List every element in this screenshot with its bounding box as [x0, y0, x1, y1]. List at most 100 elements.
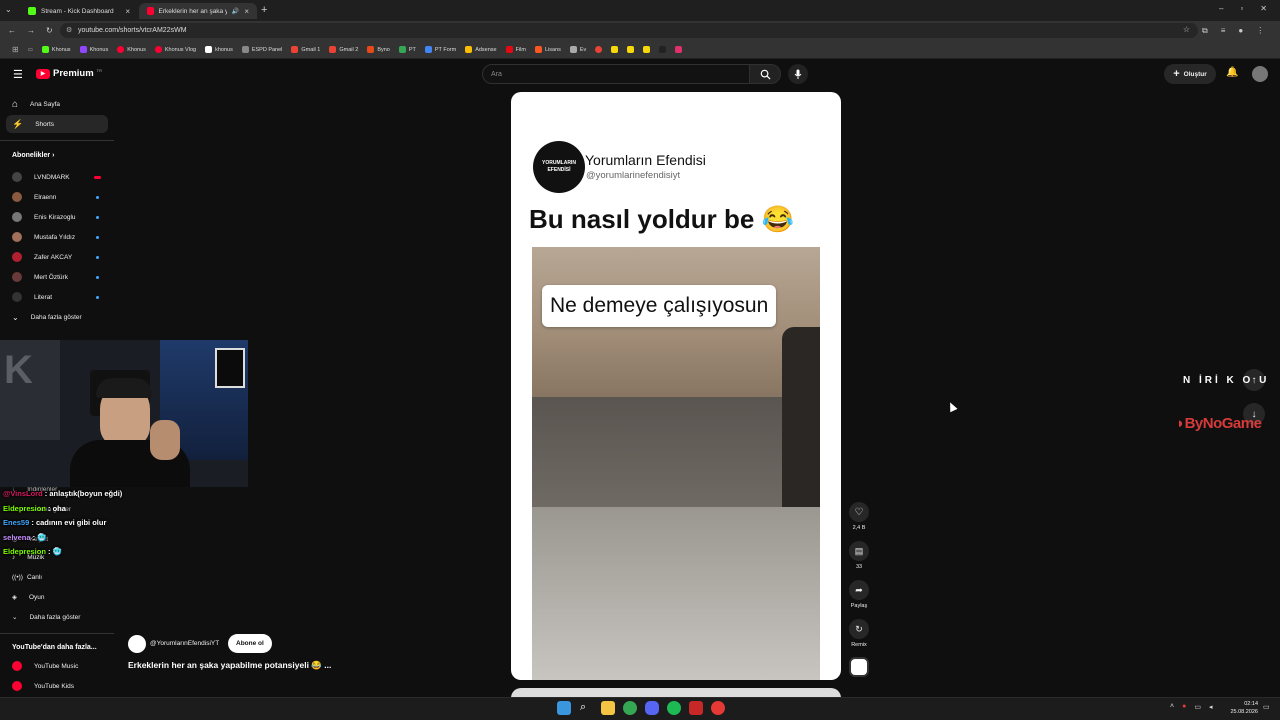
sidebar-subscription-item[interactable]: Mert Öztürk — [6, 268, 108, 286]
back-icon[interactable]: ← — [8, 26, 16, 35]
poster-frame — [215, 348, 245, 388]
close-icon[interactable]: × — [244, 7, 249, 16]
bookmark-item[interactable]: Khonus Vlog — [154, 46, 196, 53]
create-button[interactable]: + Oluştur — [1164, 64, 1216, 84]
channel-avatar — [12, 252, 22, 262]
reading-list-icon[interactable]: ≡ — [1221, 26, 1226, 36]
share-button[interactable]: ➦ Paylaş — [848, 580, 870, 609]
bookmark-item[interactable]: Gmail 2 — [329, 46, 358, 53]
uploader-name[interactable]: @YorumlarınEfendisiYT — [150, 640, 219, 647]
bookmark-item[interactable]: Film — [505, 46, 526, 53]
more-from-youtube-header: YouTube'dan daha fazla... — [12, 644, 97, 651]
chat-text: : 🥶 — [45, 547, 62, 556]
bookmark-item[interactable] — [611, 46, 619, 53]
youtube-logo[interactable]: ▶ Premium TR — [36, 68, 102, 79]
sidebar-item-shorts[interactable]: ⚡ Shorts — [6, 115, 108, 133]
voice-search-button[interactable] — [788, 64, 808, 84]
bookmark-item[interactable] — [595, 46, 603, 53]
subscription-label: Mustafa Yıldız — [34, 233, 76, 241]
account-avatar[interactable] — [1252, 66, 1268, 82]
bookmark-item[interactable]: Adsense — [465, 46, 497, 53]
bookmark-item[interactable]: Khonus — [79, 46, 108, 53]
bookmark-item[interactable]: Khonus — [117, 46, 146, 53]
chat-text: : oha — [45, 504, 66, 513]
close-window-icon[interactable]: ✕ — [1260, 4, 1267, 13]
bookmark-item[interactable]: PT Form — [424, 46, 456, 53]
address-bar[interactable]: ⚙ youtube.com/shorts/vtcrAM22sWM ☆ — [60, 23, 1198, 38]
show-more-explore[interactable]: ⌄ Daha fazla göster — [6, 608, 108, 626]
sidebar-subscription-item[interactable]: Elraenn — [6, 188, 108, 206]
close-icon[interactable]: × — [125, 7, 130, 16]
bookmark-item[interactable] — [659, 46, 667, 53]
file-explorer-icon[interactable] — [601, 701, 615, 715]
speaker-icon[interactable]: 🔊 — [232, 8, 239, 15]
folder-icon[interactable]: ▭ — [28, 47, 33, 53]
new-tab-button[interactable]: + — [261, 4, 267, 16]
sidebar-subscription-item[interactable]: Zafer AKCAY — [6, 248, 108, 266]
apps-icon[interactable]: ⊞ — [12, 45, 19, 54]
sidebar-item-gaming[interactable]: ◈ Oyun — [6, 588, 108, 606]
sidebar-subscription-item[interactable]: Mustafa Yıldız — [6, 228, 108, 246]
minimize-icon[interactable]: – — [1219, 4, 1223, 13]
search-input[interactable]: Ara — [482, 64, 750, 84]
notifications-bell-icon[interactable]: 🔔 — [1226, 67, 1238, 78]
subscriptions-header[interactable]: Abonelikler › — [12, 152, 54, 159]
notification-center-icon[interactable]: ▭ — [1263, 703, 1270, 711]
bookmark-item[interactable]: Khonus — [41, 46, 71, 53]
hamburger-menu-icon[interactable]: ☰ — [13, 68, 23, 81]
sidebar-subscription-item[interactable]: Literat — [6, 288, 108, 306]
tab-kick-dashboard[interactable]: Stream - Kick Dashboard × — [20, 3, 138, 19]
spotify-icon[interactable] — [667, 701, 681, 715]
search-taskbar-icon[interactable]: ⌕ — [580, 701, 586, 714]
bookmark-item[interactable] — [675, 46, 683, 53]
sidebar-item-live[interactable]: ((•)) Canlı — [6, 568, 108, 586]
recorder-icon[interactable] — [689, 701, 703, 715]
forward-icon[interactable]: → — [27, 26, 35, 35]
chrome-icon[interactable] — [623, 701, 637, 715]
bookmark-item[interactable]: ESPD Panel — [241, 46, 282, 53]
extensions-icon[interactable]: ⧉ — [1202, 26, 1208, 36]
plus-icon: + — [1173, 68, 1180, 80]
reload-icon[interactable]: ↻ — [46, 26, 53, 35]
clock[interactable]: 02:14 25.08.2026 — [1226, 700, 1258, 716]
start-button-icon[interactable] — [557, 701, 571, 715]
system-tray[interactable]: ˄ ● ▭ ◂ — [1170, 703, 1212, 711]
tab-youtube-short[interactable]: Erkeklerin her an şaka yapab 🔊 × — [139, 3, 257, 19]
comments-button[interactable]: ▤ 33 — [848, 541, 870, 570]
channel-handle: @yorumlarinefendisiyt — [586, 170, 681, 181]
bookmark-item[interactable]: PT — [398, 46, 416, 53]
bookmark-star-icon[interactable]: ☆ — [1183, 25, 1190, 34]
profile-icon[interactable]: ● — [1238, 26, 1243, 36]
overlay-scramble-text: N İRİ K O U — [1183, 375, 1270, 386]
sidebar-subscription-item[interactable]: Enis Kirazoglu — [6, 208, 108, 226]
youtube-kids-icon — [12, 681, 22, 691]
menu-icon[interactable]: ⋮ — [1256, 26, 1264, 36]
bookmark-item[interactable]: Gmail 1 — [291, 46, 320, 53]
search-button[interactable] — [749, 64, 781, 84]
window-controls[interactable]: – ▫ ✕ — [1219, 4, 1267, 13]
sidebar-item-youtube-kids[interactable]: YouTube Kids — [6, 677, 108, 695]
bookmark-item[interactable]: khonus — [205, 46, 233, 53]
short-title[interactable]: Erkeklerin her an şaka yapabilme potansi… — [128, 660, 331, 671]
discord-icon[interactable] — [645, 701, 659, 715]
site-info-icon[interactable]: ⚙ — [66, 26, 72, 34]
k-logo: K — [4, 348, 33, 392]
show-more-subscriptions[interactable]: ⌄ Daha fazla göster — [6, 308, 108, 326]
remix-button[interactable]: ↻ Remix — [848, 619, 870, 648]
like-button[interactable]: ♡ 2,4 B — [848, 502, 870, 531]
app-icon[interactable] — [711, 701, 725, 715]
bookmark-item[interactable]: Lisans — [534, 46, 561, 53]
bookmark-item[interactable] — [627, 46, 635, 53]
short-player[interactable]: YORUMLARIN EFENDİSİ Yorumların Efendisi … — [511, 92, 841, 680]
sidebar-item-youtube-music[interactable]: YouTube Music — [6, 657, 108, 675]
tab-search-icon[interactable]: ⌄ — [5, 5, 12, 14]
uploader-avatar[interactable] — [128, 635, 146, 653]
sound-thumbnail[interactable] — [849, 657, 869, 677]
maximize-icon[interactable]: ▫ — [1240, 4, 1243, 13]
bookmark-item[interactable]: Ev — [569, 46, 586, 53]
bookmark-item[interactable]: Byno — [367, 46, 390, 53]
bookmark-item[interactable] — [643, 46, 651, 53]
sidebar-subscription-item[interactable]: LVNDMARK — [6, 168, 108, 186]
sidebar-item-home[interactable]: ⌂ Ana Sayfa — [6, 95, 108, 113]
subscribe-button[interactable]: Abone ol — [228, 634, 272, 653]
